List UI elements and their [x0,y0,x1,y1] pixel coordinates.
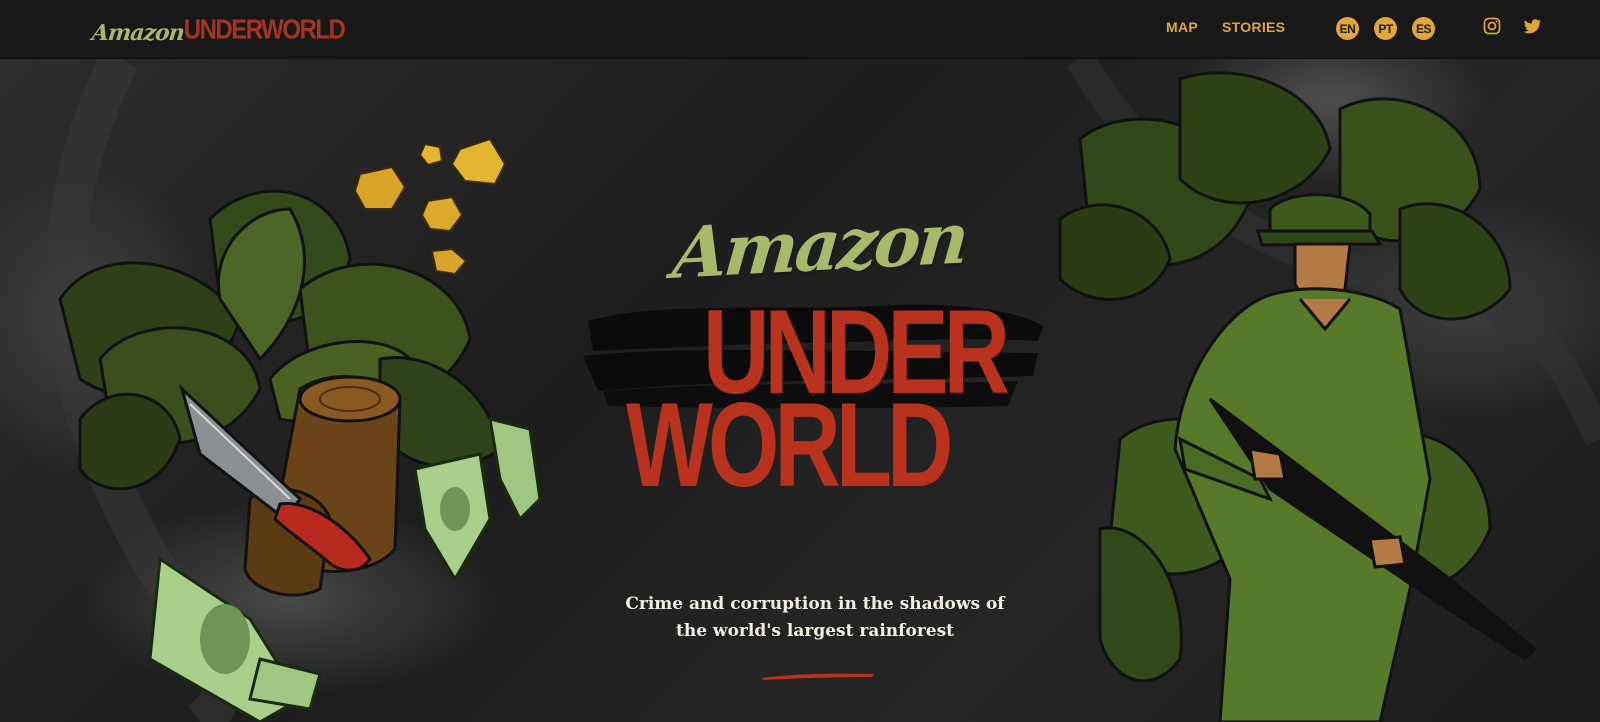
lang-button-en[interactable]: EN [1336,17,1359,40]
hero-title-world: WORLD [626,379,953,513]
lang-button-pt[interactable]: PT [1374,17,1397,40]
hero-tagline-line2: the world's largest rainforest [675,621,955,641]
nav-link-map[interactable]: MAP [1166,19,1198,35]
twitter-icon[interactable] [1522,16,1542,36]
main-menu: MAP STORIES [1166,19,1285,35]
hero-section: Amazon UNDER WORLD Crime and corruption … [0,59,1600,722]
top-nav: Amazon UNDERWORLD MAP STORIES EN PT ES [0,0,1600,59]
language-switcher: EN PT ES [1336,17,1435,40]
hero-title-amazon: Amazon [669,196,970,295]
hero-tagline: Crime and corruption in the shadows of t… [600,591,1030,645]
logo-underworld-text: UNDERWORLD [183,14,346,46]
logo-amazon-text: Amazon [90,20,186,46]
hero-title: Amazon UNDER WORLD [578,196,1048,513]
red-underline-stroke [762,673,874,680]
site-logo[interactable]: Amazon UNDERWORLD [90,12,346,46]
left-leaves [58,189,502,491]
lang-button-es[interactable]: ES [1412,17,1435,40]
gold-nuggets [353,137,507,276]
hero-tagline-line1: Crime and corruption in the shadows of [625,594,1005,614]
instagram-icon[interactable] [1482,16,1502,36]
nav-link-stories[interactable]: STORIES [1222,19,1285,35]
social-links [1482,16,1542,36]
